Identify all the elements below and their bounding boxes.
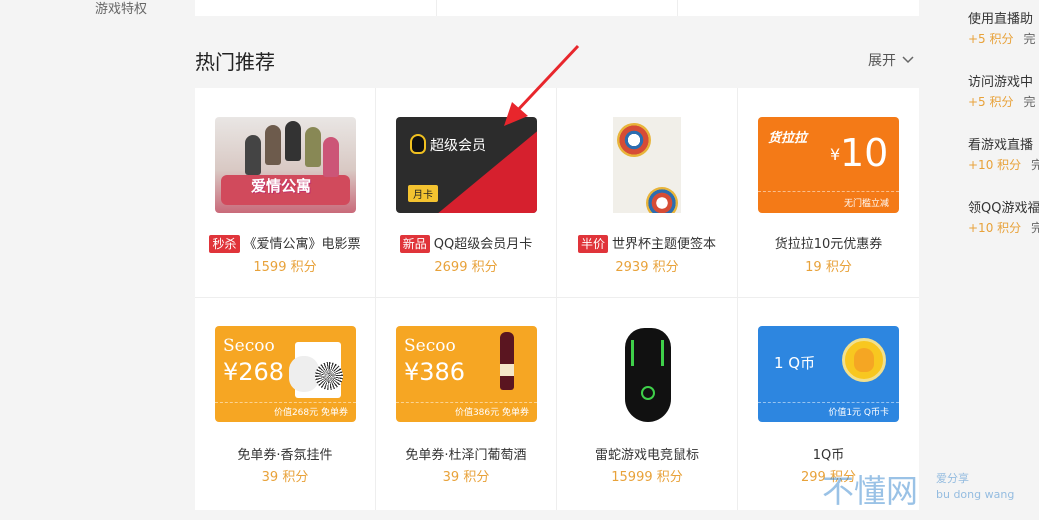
product-title: 免单券·杜泽门葡萄酒 — [405, 448, 527, 463]
pattern-disc — [617, 123, 651, 157]
person-shape — [323, 137, 339, 177]
task-reward: +10 积分完 — [968, 219, 1039, 236]
product-points: 2939 积分 — [615, 260, 679, 275]
top-card-row-remnant — [195, 0, 919, 16]
watermark: 不懂网 — [822, 472, 919, 510]
coupon-brand: 货拉拉 — [768, 131, 808, 146]
product-thumbnail — [577, 326, 718, 422]
product-card-qq-vip[interactable]: 超级会员 月卡 新品 QQ超级会员月卡 2699 积分 — [376, 88, 557, 298]
top-card-cell — [437, 0, 679, 16]
q-penguin-icon — [854, 348, 874, 372]
task-title: 访问游戏中 — [968, 75, 1034, 90]
product-title: 1Q币 — [812, 448, 845, 463]
coupon-yen: ¥ — [830, 145, 841, 164]
coupon-amount: 10 — [840, 131, 889, 175]
product-thumbnail: 1 Q币 价值1元 Q币卡 — [758, 326, 899, 422]
movie-logo: 爱情公寓 — [251, 177, 312, 195]
task-reward: +5 积分完 — [968, 95, 1036, 109]
razer-logo-icon — [641, 386, 655, 400]
chevron-down-icon — [902, 56, 914, 64]
person-shape — [285, 121, 301, 161]
coupon-foot-text: 价值268元 免单券 — [273, 408, 348, 418]
fan-shape — [315, 362, 343, 390]
task-title: 看游戏直播 — [968, 138, 1034, 153]
product-card-movie-ticket[interactable]: 爱情公寓 秒杀 《爱情公寓》电影票 1599 积分 — [195, 88, 376, 298]
wine-bottle-shape — [500, 332, 514, 390]
vip-label: 超级会员 — [430, 138, 486, 154]
person-shape — [265, 125, 281, 165]
mouse-light-stripe — [661, 340, 664, 366]
product-points: 19 积分 — [805, 260, 852, 275]
expand-button[interactable]: 展开 — [868, 50, 914, 70]
product-thumbnail: Secoo ¥386 价值386元 免单券 — [396, 326, 537, 422]
product-points: 39 积分 — [261, 470, 309, 485]
task-status[interactable]: 完 — [1031, 158, 1039, 172]
secoo-brand: Secoo — [223, 336, 275, 356]
qq-penguin-icon — [410, 134, 426, 154]
person-shape — [305, 127, 321, 167]
person-shape — [245, 135, 261, 175]
left-nav-game-privilege[interactable]: 游戏特权 — [95, 0, 147, 17]
product-thumbnail: 货拉拉 ¥ 10 无门槛立减 — [758, 117, 899, 213]
secoo-brand: Secoo — [404, 336, 456, 356]
product-thumbnail: 超级会员 月卡 — [396, 117, 537, 213]
section-title: 热门推荐 — [195, 50, 275, 74]
watermark-sub: 爱分享 — [936, 472, 969, 485]
product-card-lalamove-coupon[interactable]: 货拉拉 ¥ 10 无门槛立减 货拉拉10元优惠券 19 积分 — [738, 88, 919, 298]
watermark-sub: bu dong wang — [936, 488, 1015, 501]
task-status[interactable]: 完 — [1031, 221, 1039, 235]
coupon-foot-text: 无门槛立减 — [843, 199, 889, 209]
coupon-foot-text: 价值386元 免单券 — [454, 408, 529, 418]
product-title: 免单券·香氛挂件 — [237, 448, 333, 463]
product-card-notebook[interactable]: 半价 世界杯主题便签本 2939 积分 — [557, 88, 738, 298]
task-status[interactable]: 完 — [1024, 32, 1036, 46]
task-reward: +5 积分完 — [968, 32, 1036, 46]
product-title: 雷蛇游戏电竞鼠标 — [594, 448, 699, 463]
wine-label-shape — [500, 364, 514, 376]
product-title: 半价 世界杯主题便签本 — [557, 233, 737, 253]
product-thumbnail — [577, 117, 718, 213]
product-card-razer-mouse[interactable]: 雷蛇游戏电竞鼠标 15999 积分 — [557, 298, 738, 510]
top-card-cell — [195, 0, 437, 16]
product-card-wine[interactable]: Secoo ¥386 价值386元 免单券 免单券·杜泽门葡萄酒 39 积分 — [376, 298, 557, 510]
task-title: 领QQ游戏福 — [968, 201, 1039, 216]
month-card-badge: 月卡 — [408, 185, 438, 202]
product-grid: 爱情公寓 秒杀 《爱情公寓》电影票 1599 积分 超级会员 月卡 新品 QQ超级会… — [195, 88, 919, 510]
coupon-amount: ¥386 — [404, 358, 466, 386]
product-title: 货拉拉10元优惠券 — [774, 237, 883, 252]
pattern-disc — [646, 187, 678, 213]
product-points: 1599 积分 — [253, 260, 317, 275]
product-tag: 半价 — [577, 235, 608, 253]
product-title: 秒杀 《爱情公寓》电影票 — [195, 233, 375, 253]
product-points: 2699 积分 — [434, 260, 498, 275]
product-thumbnail: Secoo ¥268 价值268元 免单券 — [215, 326, 356, 422]
product-thumbnail: 爱情公寓 — [215, 117, 356, 213]
product-points: 15999 积分 — [611, 470, 683, 485]
task-title: 使用直播助 — [968, 12, 1034, 27]
top-card-cell — [678, 0, 919, 16]
task-reward: +10 积分完 — [968, 156, 1039, 173]
product-points: 39 积分 — [442, 470, 490, 485]
product-tag: 新品 — [399, 235, 430, 253]
product-title: 新品 QQ超级会员月卡 — [376, 233, 556, 253]
product-card-fragrance[interactable]: Secoo ¥268 价值268元 免单券 免单券·香氛挂件 39 积分 — [195, 298, 376, 510]
expand-label: 展开 — [868, 53, 896, 69]
q-coin-label: 1 Q币 — [774, 354, 816, 372]
coupon-amount: ¥268 — [223, 358, 285, 386]
coupon-foot-text: 价值1元 Q币卡 — [828, 408, 889, 418]
product-tag: 秒杀 — [209, 235, 240, 253]
task-status[interactable]: 完 — [1024, 95, 1036, 109]
mouse-light-stripe — [631, 340, 634, 366]
